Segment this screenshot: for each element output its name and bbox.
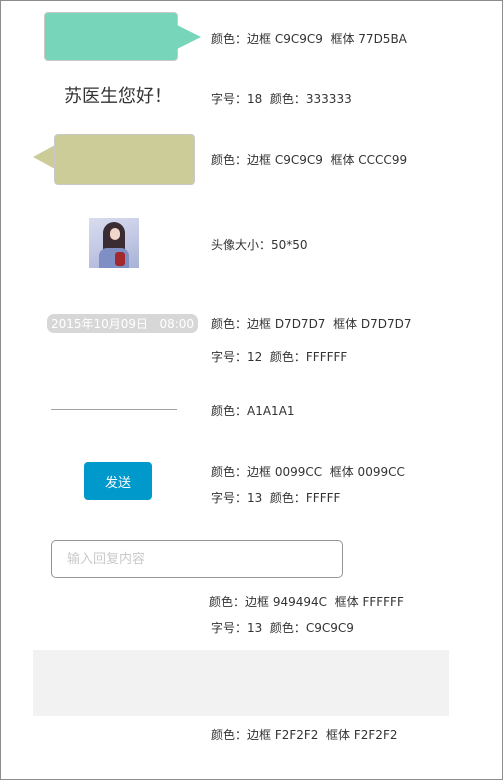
gray-panel [33,650,449,716]
reply-input-font-spec: 字号：13 颜色：C9C9C9 [211,621,354,635]
avatar-scarf [115,252,125,266]
avatar [89,218,139,268]
timestamp-pill: 2015年10月09日 08:00 [47,314,198,333]
greeting-spec: 字号：18 颜色：333333 [211,92,352,106]
timestamp-color-spec: 颜色：边框 D7D7D7 框体 D7D7D7 [211,317,412,331]
greeting-text: 苏医生您好！ [64,86,172,107]
speech-bubble-green [44,12,178,61]
bubble-tail-left [33,145,55,169]
bubble-olive-spec: 颜色：边框 C9C9C9 框体 CCCC99 [211,153,408,167]
timestamp-font-spec: 字号：12 颜色：FFFFFF [211,350,348,364]
send-button[interactable]: 发送 [84,462,152,500]
bubble-green-spec: 颜色：边框 C9C9C9 框体 77D5BA [211,32,407,46]
divider-spec: 颜色：A1A1A1 [211,404,295,418]
send-button-font-spec: 字号：13 颜色：FFFFF [211,491,341,505]
avatar-spec: 头像大小：50*50 [211,238,308,252]
send-button-color-spec: 颜色：边框 0099CC 框体 0099CC [211,465,405,479]
reply-input[interactable] [51,540,343,578]
reply-input-color-spec: 颜色：边框 949494C 框体 FFFFFF [209,595,404,609]
avatar-face [110,228,120,240]
gray-panel-spec: 颜色：边框 F2F2F2 框体 F2F2F2 [211,728,398,742]
divider-line [51,409,177,410]
bubble-tail-right [177,25,201,49]
speech-bubble-olive [54,134,195,185]
